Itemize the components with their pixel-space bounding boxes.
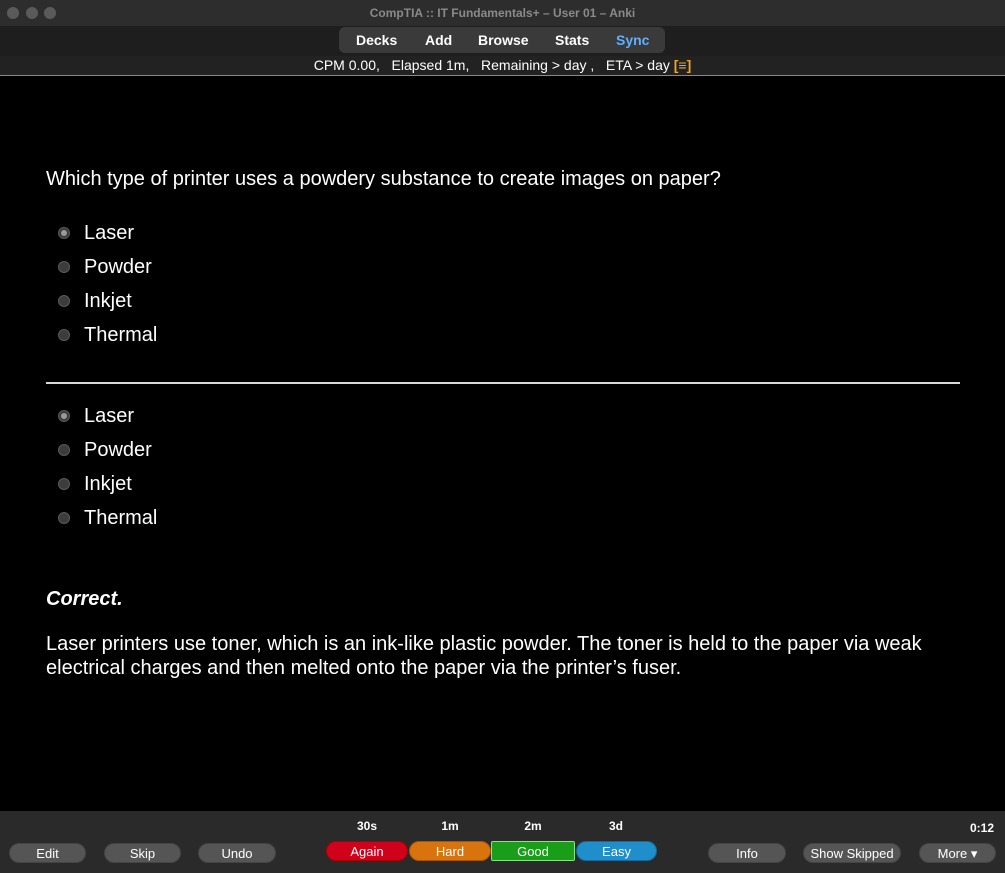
radio-icon[interactable] [58,329,70,341]
option-label: Thermal [84,506,158,529]
main-toolbar: Decks Add Browse Stats Sync [0,26,1005,56]
radio-icon[interactable] [58,478,70,490]
card-view: Which type of printer uses a powdery sub… [0,76,1005,811]
add-button[interactable]: Add [425,32,452,48]
option-label: Laser [84,404,135,427]
radio-icon[interactable] [58,410,70,422]
option-thermal[interactable]: Thermal [58,318,157,352]
sync-button[interactable]: Sync [616,32,649,48]
answer-timer: 0:12 [969,821,994,835]
answer-divider [46,382,960,384]
option-label: Thermal [84,323,158,346]
hard-interval: 1m [441,819,459,833]
option-powder[interactable]: Powder [58,250,157,284]
option-label: Powder [84,438,152,461]
radio-icon[interactable] [58,444,70,456]
option-label: Inkjet [84,472,132,495]
info-button[interactable]: Info [708,843,786,863]
stats-button[interactable]: Stats [555,32,589,48]
option-laser[interactable]: Laser [58,399,157,433]
status-bar: CPM 0.00, Elapsed 1m, Remaining > day , … [0,56,1005,76]
more-button[interactable]: More ▾ [919,843,996,863]
radio-icon[interactable] [58,512,70,524]
bottom-bar: Edit Skip Undo 30s 1m 2m 3d Again Hard G… [0,811,1005,873]
status-menu-icon[interactable]: [≡] [674,57,692,73]
again-interval: 30s [356,819,378,833]
decks-button[interactable]: Decks [356,32,397,48]
option-inkjet[interactable]: Inkjet [58,467,157,501]
option-label: Inkjet [84,289,132,312]
skip-button[interactable]: Skip [104,843,181,863]
status-text: CPM 0.00, Elapsed 1m, Remaining > day , … [313,57,674,73]
radio-icon[interactable] [58,295,70,307]
radio-icon[interactable] [58,227,70,239]
again-button[interactable]: Again [326,841,408,861]
undo-button[interactable]: Undo [198,843,276,863]
easy-button[interactable]: Easy [576,841,657,861]
option-thermal[interactable]: Thermal [58,501,157,535]
option-inkjet[interactable]: Inkjet [58,284,157,318]
window-title: CompTIA :: IT Fundamentals+ – User 01 – … [369,6,636,20]
title-bar: CompTIA :: IT Fundamentals+ – User 01 – … [0,0,1005,27]
option-laser[interactable]: Laser [58,216,157,250]
good-button[interactable]: Good [491,841,575,861]
edit-button[interactable]: Edit [9,843,86,863]
menu-pill: Decks Add Browse Stats Sync [339,27,665,53]
option-label: Laser [84,221,135,244]
radio-icon[interactable] [58,261,70,273]
browse-button[interactable]: Browse [478,32,529,48]
option-powder[interactable]: Powder [58,433,157,467]
hard-button[interactable]: Hard [409,841,491,861]
back-options: Laser Powder Inkjet Thermal [58,399,157,535]
show-skipped-button[interactable]: Show Skipped [803,843,901,863]
explanation-text: Laser printers use toner, which is an in… [46,633,922,679]
good-interval: 2m [524,819,542,833]
option-label: Powder [84,255,152,278]
question-text: Which type of printer uses a powdery sub… [46,168,721,190]
easy-interval: 3d [608,819,623,833]
result-text: Correct. [46,588,123,610]
front-options: Laser Powder Inkjet Thermal [58,216,157,352]
